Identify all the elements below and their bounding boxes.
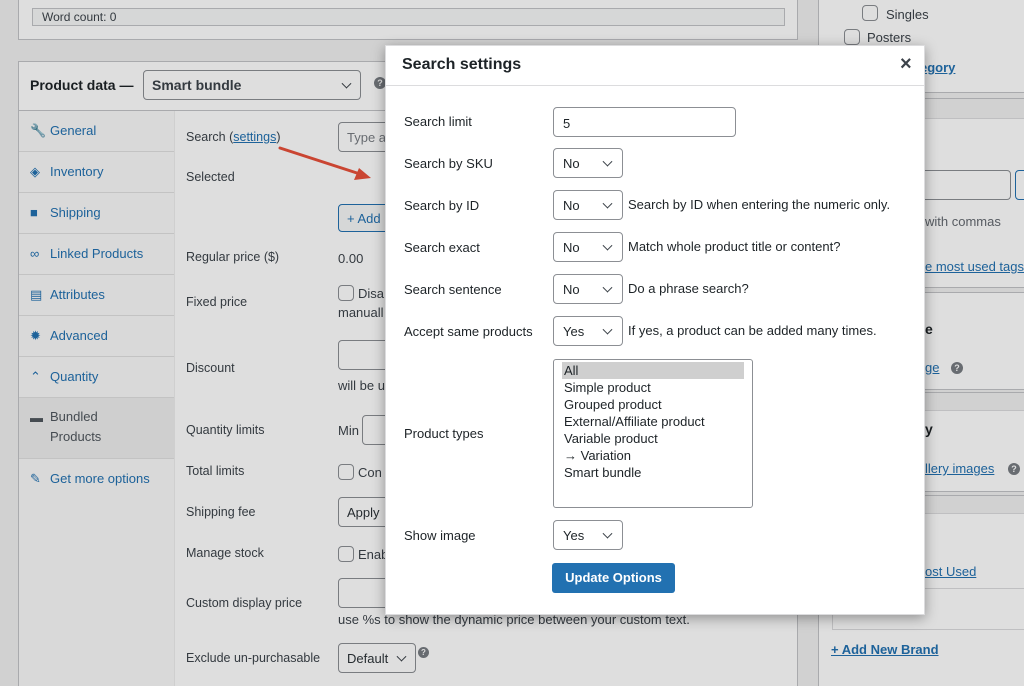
product-type-option[interactable]: Smart bundle [554, 464, 744, 481]
search-sentence-hint: Do a phrase search? [628, 281, 749, 296]
accept-same-hint: If yes, a product can be added many time… [628, 323, 877, 338]
search-exact-hint: Match whole product title or content? [628, 239, 841, 254]
search-sku-select[interactable]: No [553, 148, 623, 178]
search-exact-value: No [563, 239, 580, 255]
search-settings-modal: Search settings × Search limit 5 Search … [385, 45, 925, 615]
show-image-label: Show image [404, 528, 476, 543]
search-limit-input[interactable]: 5 [553, 107, 736, 137]
search-limit-label: Search limit [404, 114, 472, 129]
update-options-label: Update Options [565, 570, 662, 585]
accept-same-value: Yes [563, 323, 585, 339]
search-id-value: No [563, 197, 580, 213]
show-image-value: Yes [563, 527, 585, 543]
modal-title: Search settings [402, 56, 522, 73]
search-sku-value: No [563, 155, 580, 171]
show-image-select[interactable]: Yes [553, 520, 623, 550]
product-type-option[interactable]: External/Affiliate product [554, 413, 744, 430]
accept-same-select[interactable]: Yes [553, 316, 623, 346]
accept-same-label: Accept same products [404, 324, 533, 339]
search-limit-value: 5 [563, 116, 571, 131]
search-sentence-value: No [563, 281, 580, 297]
product-type-option-all[interactable]: All [562, 362, 744, 379]
product-type-option[interactable]: Variable product [554, 430, 744, 447]
product-type-option[interactable]: → Variation [554, 447, 744, 464]
search-sentence-select[interactable]: No [553, 274, 623, 304]
product-types-label: Product types [404, 426, 484, 441]
search-exact-label: Search exact [404, 240, 480, 255]
search-id-label: Search by ID [404, 198, 480, 213]
search-id-hint: Search by ID when entering the numeric o… [628, 197, 891, 212]
product-types-listbox[interactable]: All Simple product Grouped product Exter… [553, 359, 753, 508]
close-icon[interactable]: × [900, 53, 912, 76]
product-type-option[interactable]: Simple product [554, 379, 744, 396]
search-sku-label: Search by SKU [404, 156, 493, 171]
search-id-select[interactable]: No [553, 190, 623, 220]
search-sentence-label: Search sentence [404, 282, 502, 297]
search-exact-select[interactable]: No [553, 232, 623, 262]
update-options-button[interactable]: Update Options [552, 563, 675, 593]
product-type-option[interactable]: Grouped product [554, 396, 744, 413]
